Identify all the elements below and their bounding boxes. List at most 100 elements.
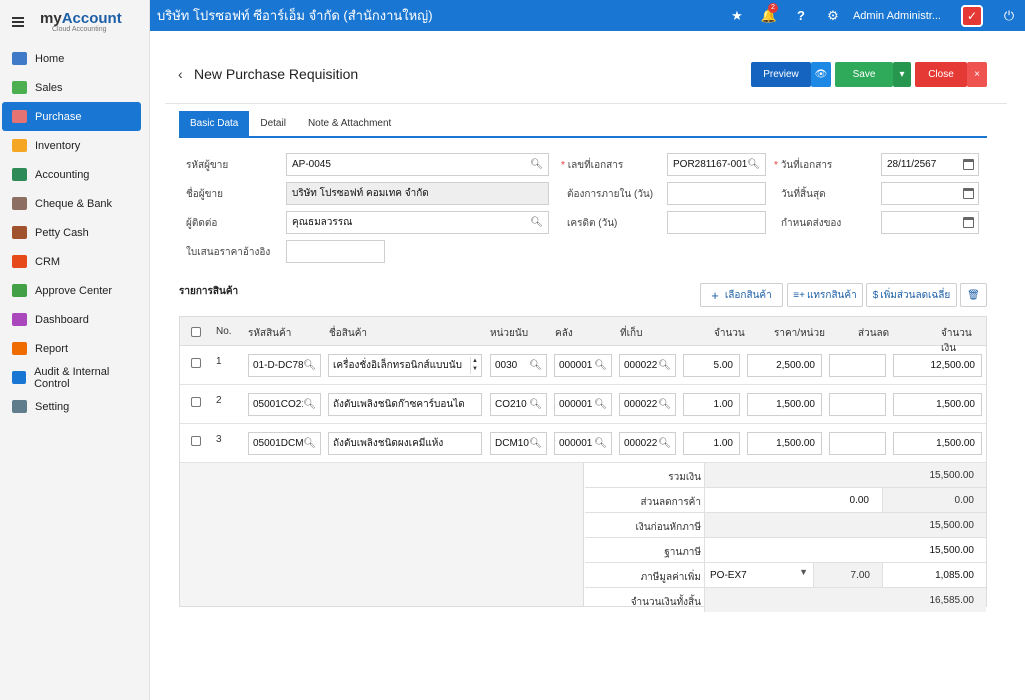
discount-input[interactable] <box>829 354 886 377</box>
vat-code-select[interactable]: PO-EX7 ▼ <box>704 563 814 587</box>
amount-input[interactable]: 1,500.00 <box>893 393 982 416</box>
sidebar-item-approve-center[interactable]: Approve Center <box>2 276 141 305</box>
sidebar-item-report[interactable]: Report <box>2 334 141 363</box>
sidebar-item-setting[interactable]: Setting <box>2 392 141 421</box>
delivery-date-input[interactable] <box>881 211 979 234</box>
save-dropdown-icon[interactable]: ▾ <box>893 62 911 87</box>
price-input[interactable]: 2,500.00 <box>747 354 822 377</box>
warehouse-input[interactable]: 000001 🔍︎ <box>554 432 612 455</box>
gear-icon[interactable]: ⚙ <box>817 0 849 31</box>
location-input[interactable]: 000022 🔍︎ <box>619 393 676 416</box>
search-icon[interactable]: 🔍︎ <box>303 399 316 410</box>
end-date-input[interactable] <box>881 182 979 205</box>
sidebar-item-audit-internal-control[interactable]: Audit & Internal Control <box>2 363 141 392</box>
calendar-icon[interactable] <box>963 188 974 199</box>
search-icon[interactable]: 🔍︎ <box>529 438 542 449</box>
product-code-input[interactable]: 05001CO210 🔍︎ <box>248 393 321 416</box>
discount-input[interactable]: 0.00 <box>704 488 881 512</box>
unit-input[interactable]: 0030 🔍︎ <box>490 354 547 377</box>
search-icon[interactable]: 🔍︎ <box>529 399 542 410</box>
quote-ref-input[interactable] <box>286 240 385 263</box>
price-input[interactable]: 1,500.00 <box>747 432 822 455</box>
qty-input[interactable]: 1.00 <box>683 432 740 455</box>
sidebar-item-home[interactable]: Home <box>2 44 141 73</box>
search-icon[interactable]: 🔍︎ <box>303 438 316 449</box>
user-name[interactable]: Admin Administr... <box>849 10 951 22</box>
sidebar-item-crm[interactable]: CRM <box>2 247 141 276</box>
unit-input[interactable]: DCM10 🔍︎ <box>490 432 547 455</box>
preview-button[interactable]: Preview <box>751 62 811 87</box>
unit-value: CO210 <box>495 399 527 410</box>
sidebar-item-cheque-bank[interactable]: Cheque & Bank <box>2 189 141 218</box>
doc-no-input[interactable]: POR281167-001 🔍︎ <box>667 153 766 176</box>
select-all-checkbox[interactable] <box>191 327 201 337</box>
credit-input[interactable] <box>667 211 766 234</box>
search-icon[interactable]: 🔍︎ <box>747 159 760 170</box>
sidebar-item-sales[interactable]: Sales <box>2 73 141 102</box>
calendar-icon[interactable] <box>963 159 974 170</box>
bell-icon[interactable]: 🔔 2 <box>753 0 785 31</box>
warehouse-input[interactable]: 000001 🔍︎ <box>554 393 612 416</box>
spinner-icon[interactable]: ▲ ▼ <box>470 357 479 374</box>
sidebar-item-purchase[interactable]: Purchase <box>2 102 141 131</box>
search-icon[interactable]: 🔍︎ <box>658 438 671 449</box>
avg-discount-button[interactable]: $ เพิ่มส่วนลดเฉลี่ย <box>866 283 957 307</box>
doc-date-input[interactable]: 28/11/2567 <box>881 153 979 176</box>
trash-icon[interactable]: 🗑 <box>960 283 987 307</box>
close-button[interactable]: Close <box>915 62 967 87</box>
tab-note-attachment[interactable]: Note & Attachment <box>297 111 402 136</box>
qty-input[interactable]: 1.00 <box>683 393 740 416</box>
eye-icon[interactable]: 👁 <box>811 62 831 87</box>
vendor-code-input[interactable]: AP-0045 🔍︎ <box>286 153 549 176</box>
price-input[interactable]: 1,500.00 <box>747 393 822 416</box>
row-checkbox[interactable] <box>191 397 201 407</box>
vendor-code-label: รหัสผู้ขาย <box>186 160 229 171</box>
row-checkbox[interactable] <box>191 436 201 446</box>
hamburger-menu-icon[interactable] <box>12 17 24 27</box>
search-icon[interactable]: 🔍︎ <box>594 360 607 371</box>
discount-input[interactable] <box>829 393 886 416</box>
tab-detail[interactable]: Detail <box>249 111 297 136</box>
discount-input[interactable] <box>829 432 886 455</box>
search-icon[interactable]: 🔍︎ <box>658 399 671 410</box>
logo[interactable]: myAccount Cloud Accounting <box>40 11 122 33</box>
product-code-input[interactable]: 05001DCM10 🔍︎ <box>248 432 321 455</box>
product-name-input[interactable]: เครื่องชั่งอิเล็กทรอนิกส์แบบนับ ▲ ▼ <box>328 354 482 377</box>
product-code-input[interactable]: 01-D-DC788 🔍︎ <box>248 354 321 377</box>
calendar-icon[interactable] <box>963 217 974 228</box>
star-icon[interactable]: ★ <box>721 0 753 31</box>
product-name-input[interactable]: ถังดับเพลิงชนิดก๊าซคาร์บอนได <box>328 393 482 416</box>
before-tax-label: เงินก่อนหักภาษี <box>635 522 701 533</box>
save-button[interactable]: Save <box>835 62 893 87</box>
amount-input[interactable]: 1,500.00 <box>893 432 982 455</box>
search-icon[interactable]: 🔍︎ <box>529 360 542 371</box>
contact-input[interactable]: คุณธมลวรรณ 🔍︎ <box>286 211 549 234</box>
search-icon[interactable]: 🔍︎ <box>303 360 316 371</box>
warehouse-input[interactable]: 000001 🔍︎ <box>554 354 612 377</box>
close-x-icon[interactable]: × <box>967 62 987 87</box>
search-icon[interactable]: 🔍︎ <box>530 159 543 170</box>
insert-product-button[interactable]: ≡+ แทรกสินค้า <box>787 283 863 307</box>
search-icon[interactable]: 🔍︎ <box>594 399 607 410</box>
sidebar-item-inventory[interactable]: Inventory <box>2 131 141 160</box>
location-input[interactable]: 000022 🔍︎ <box>619 432 676 455</box>
back-chevron-icon[interactable]: ‹ <box>178 66 183 82</box>
tab-basic-data[interactable]: Basic Data <box>179 111 250 136</box>
qty-input[interactable]: 5.00 <box>683 354 740 377</box>
power-icon[interactable]: ⏻ <box>993 0 1025 31</box>
need-within-input[interactable] <box>667 182 766 205</box>
sidebar-item-accounting[interactable]: Accounting <box>2 160 141 189</box>
search-icon[interactable]: 🔍︎ <box>658 360 671 371</box>
sidebar-item-petty-cash[interactable]: Petty Cash <box>2 218 141 247</box>
product-name-input[interactable]: ถังดับเพลิงชนิดผงเคมีแห้ง <box>328 432 482 455</box>
unit-input[interactable]: CO210 🔍︎ <box>490 393 547 416</box>
help-icon[interactable]: ? <box>785 0 817 31</box>
search-icon[interactable]: 🔍︎ <box>530 217 543 228</box>
row-checkbox[interactable] <box>191 358 201 368</box>
location-input[interactable]: 000022 🔍︎ <box>619 354 676 377</box>
select-product-button[interactable]: + เลือกสินค้า <box>700 283 783 307</box>
sidebar-item-dashboard[interactable]: Dashboard <box>2 305 141 334</box>
amount-input[interactable]: 12,500.00 <box>893 354 982 377</box>
search-icon[interactable]: 🔍︎ <box>594 438 607 449</box>
app-check-icon[interactable]: ✓ <box>961 4 983 27</box>
